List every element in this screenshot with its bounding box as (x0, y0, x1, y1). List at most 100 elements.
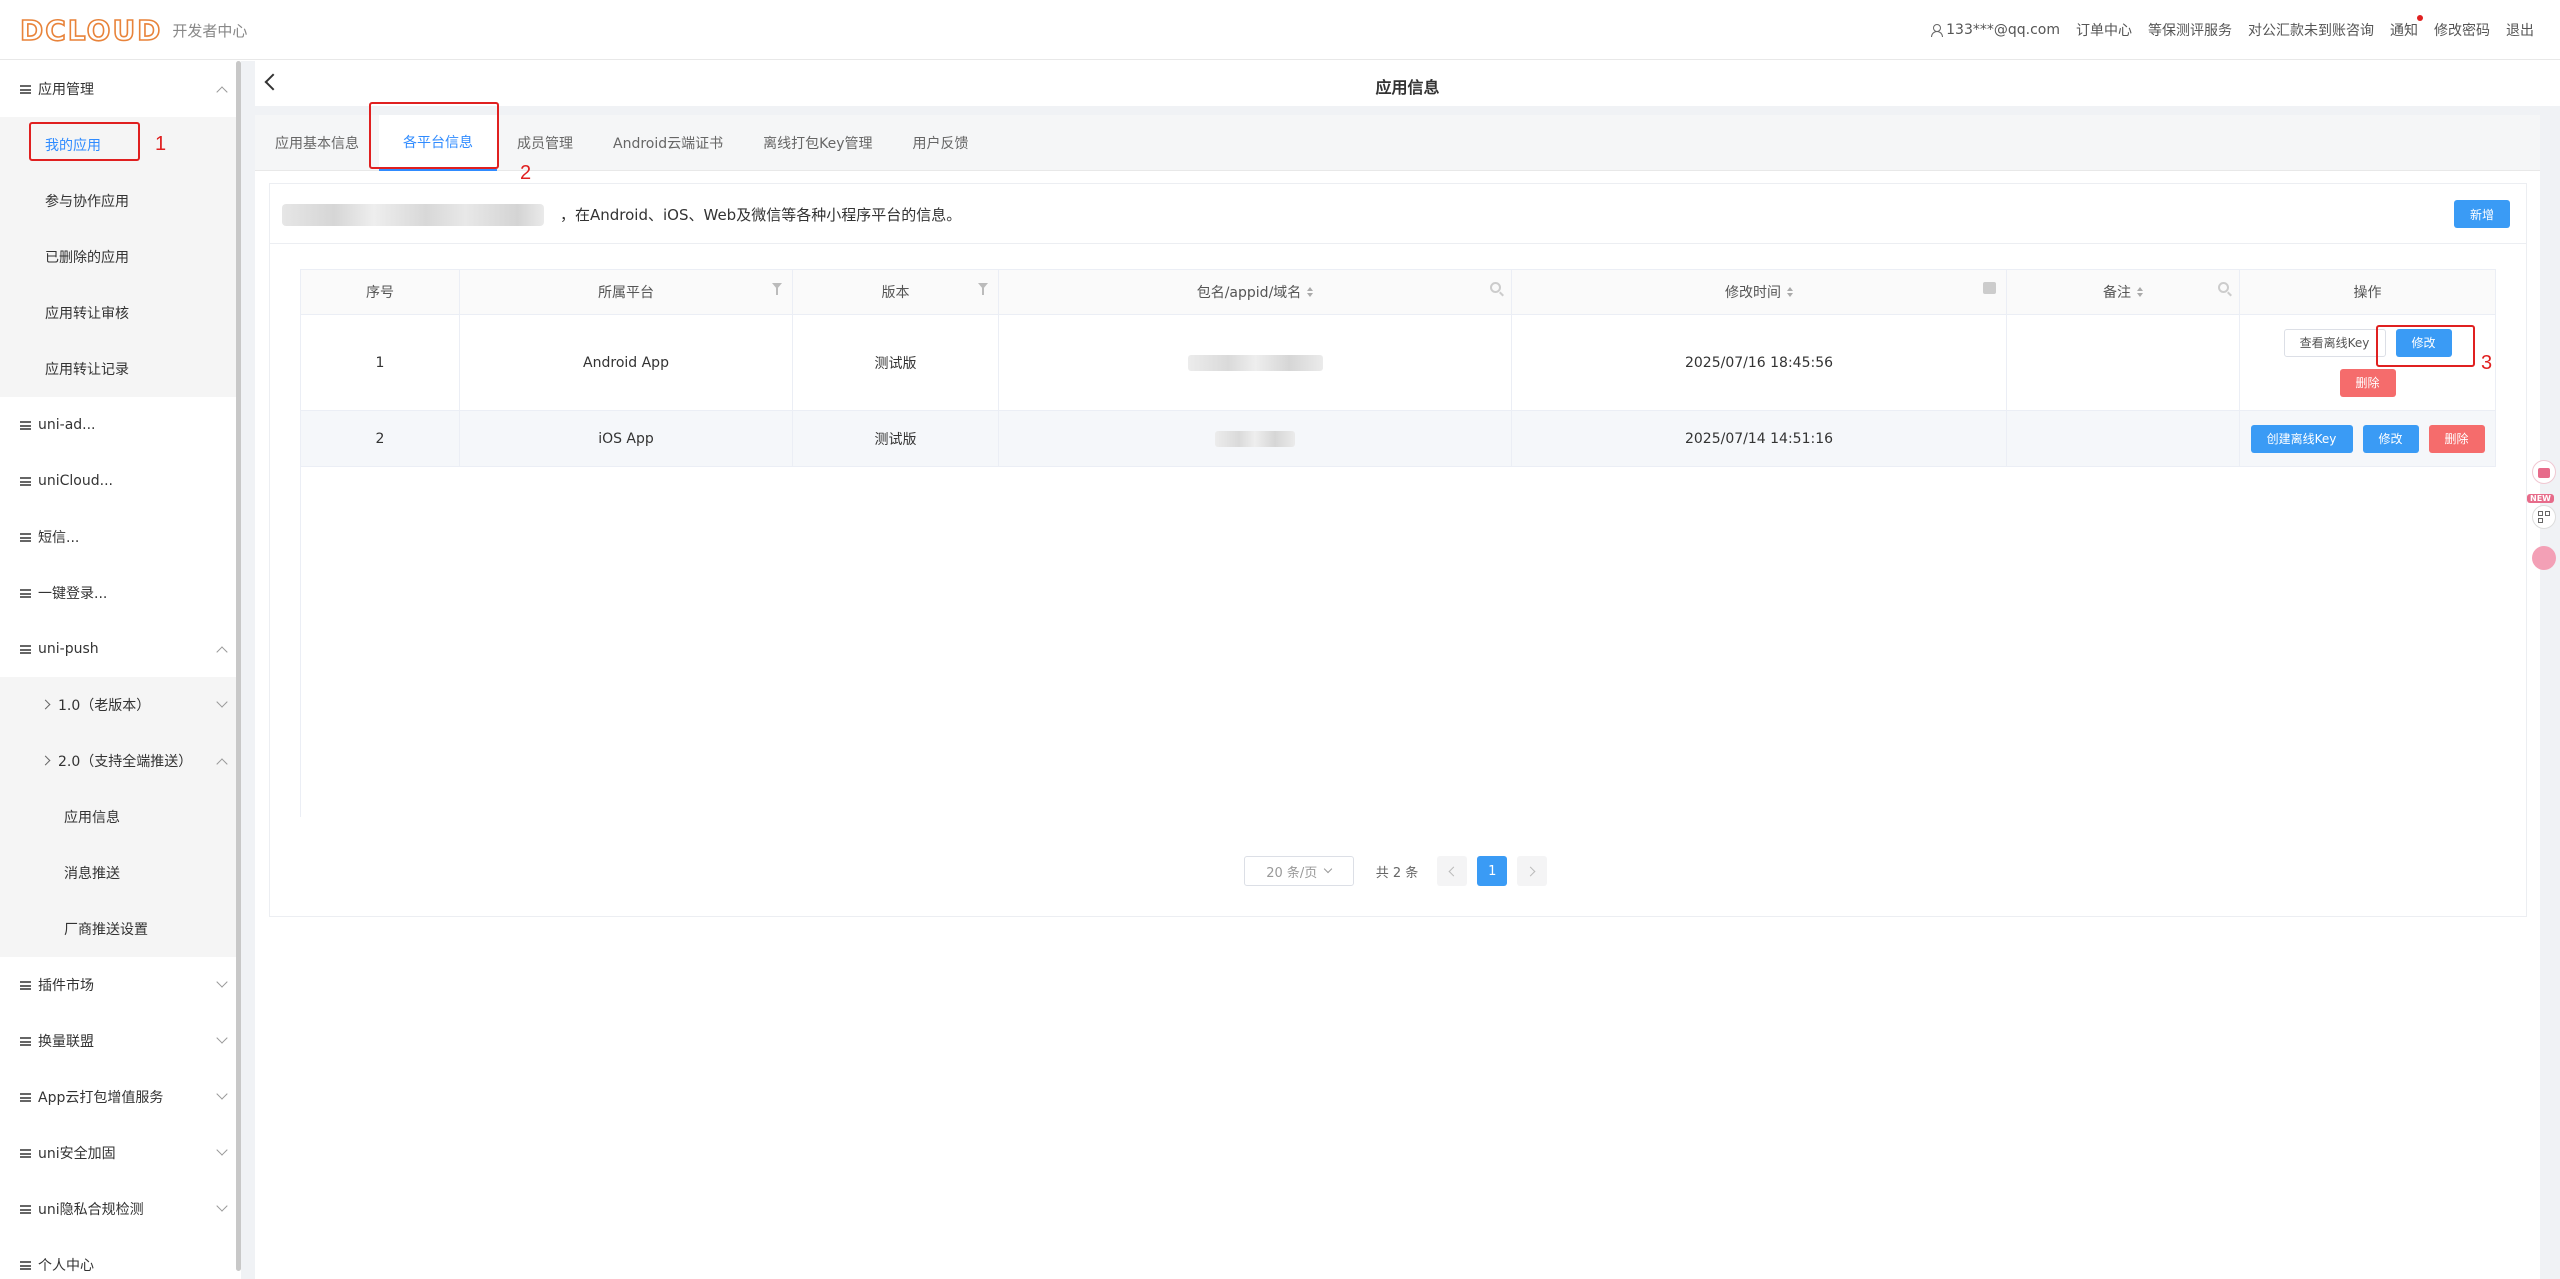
nav-security-eval[interactable]: 等保测评服务 (2148, 20, 2232, 40)
page-number-button[interactable]: 1 (1477, 856, 1508, 886)
qrcode-icon[interactable] (2532, 505, 2556, 529)
cell-index: 2 (300, 411, 460, 466)
page-size-label: 20 条/页 (1266, 865, 1318, 881)
sort-icon[interactable] (1307, 287, 1314, 297)
annotation-box-1 (29, 122, 140, 161)
sidebar-label: 2.0（支持全端推送） (58, 754, 193, 770)
sidebar-item-transfer-review[interactable]: 应用转让审核 (0, 285, 236, 341)
sidebar-label: 应用信息 (64, 810, 120, 826)
tab-basic-info[interactable]: 应用基本信息 (255, 115, 379, 171)
sidebar-label: 一键登录... (38, 586, 108, 602)
cell-platform: iOS App (460, 411, 793, 466)
annotation-number-2: 2 (520, 162, 532, 184)
tab-offline-key[interactable]: 离线打包Key管理 (743, 115, 892, 171)
sidebar-item-push-v2[interactable]: 2.0（支持全端推送） (0, 733, 236, 789)
cell-platform: Android App (460, 315, 793, 410)
prev-page-button[interactable] (1437, 856, 1468, 886)
nav-logout[interactable]: 退出 (2506, 20, 2534, 40)
sidebar-item-unicloud[interactable]: uniCloud... (0, 453, 236, 509)
filter-icon[interactable] (772, 283, 782, 297)
sort-icon[interactable] (2137, 287, 2143, 297)
cell-package (999, 315, 1512, 410)
annotation-box-3 (2376, 325, 2475, 367)
sidebar-item-app-cloud-pkg[interactable]: App云打包增值服务 (0, 1069, 236, 1125)
nav-change-password[interactable]: 修改密码 (2434, 20, 2490, 40)
dcloud-logo[interactable]: DCLOUD 开发者中心 (19, 13, 248, 48)
tab-android-cert[interactable]: Android云端证书 (593, 115, 743, 171)
sidebar-label: 厂商推送设置 (64, 922, 148, 938)
list-icon (20, 477, 31, 486)
sidebar-item-vendor-settings[interactable]: 厂商推送设置 (0, 901, 236, 957)
header-label: 备注 (2103, 285, 2131, 301)
chevron-up-icon (216, 758, 228, 770)
tab-members[interactable]: 成员管理 (497, 115, 593, 171)
create-offline-key-button[interactable]: 创建离线Key (2250, 424, 2353, 453)
redacted-app-name (282, 204, 544, 226)
nav-notifications[interactable]: 通知 (2390, 15, 2423, 40)
sidebar-item-uni-privacy[interactable]: uni隐私合规检测 (0, 1181, 236, 1237)
filter-icon[interactable] (978, 283, 988, 297)
page-title: 应用信息 (1375, 78, 1440, 97)
chevron-right-icon (40, 699, 51, 710)
view-offline-key-button[interactable]: 查看离线Key (2283, 328, 2386, 357)
translate-icon[interactable] (2532, 546, 2556, 570)
sidebar-item-exchange[interactable]: 换量联盟 (0, 1013, 236, 1069)
cell-modified: 2025/07/14 14:51:16 (1512, 411, 2007, 466)
chevron-down-icon (216, 1032, 228, 1044)
sidebar-group-uni-push[interactable]: uni-push (0, 621, 236, 677)
tab-feedback[interactable]: 用户反馈 (893, 115, 989, 171)
list-icon (20, 85, 31, 94)
chevron-down-icon (216, 976, 228, 988)
cell-index: 1 (300, 315, 460, 410)
sidebar-group-app-management[interactable]: 应用管理 (0, 61, 236, 117)
nav-remittance[interactable]: 对公汇款未到账咨询 (2248, 20, 2374, 40)
card-description: ，在Android、iOS、Web及微信等各种小程序平台的信息。 (560, 206, 962, 224)
cell-version: 测试版 (793, 411, 999, 466)
col-index: 序号 (300, 270, 460, 314)
sidebar-item-uni-secure[interactable]: uni安全加固 (0, 1125, 236, 1181)
col-actions: 操作 (2240, 270, 2496, 314)
sidebar-item-transfer-records[interactable]: 应用转让记录 (0, 341, 236, 397)
delete-button[interactable]: 删除 (2428, 424, 2485, 453)
delete-button[interactable]: 删除 (2339, 368, 2396, 397)
col-version: 版本 (793, 270, 999, 314)
nav-orders[interactable]: 订单中心 (2076, 20, 2132, 40)
list-icon (20, 981, 31, 990)
edit-button[interactable]: 修改 (2362, 424, 2419, 453)
calendar-icon[interactable] (1983, 282, 1996, 294)
cell-actions: 创建离线Key 修改 删除 (2240, 411, 2496, 466)
col-package[interactable]: 包名/appid/域名 (999, 270, 1512, 314)
sidebar: 应用管理 我的应用 参与协作应用 已删除的应用 应用转让审核 应用转让记录 un… (0, 61, 236, 1279)
cell-note (2007, 411, 2240, 466)
gift-icon[interactable] (2532, 460, 2556, 484)
sidebar-item-deleted-apps[interactable]: 已删除的应用 (0, 229, 236, 285)
sidebar-item-app-info[interactable]: 应用信息 (0, 789, 236, 845)
sidebar-item-uni-ad[interactable]: uni-ad... (0, 397, 236, 453)
table-row: 2 iOS App 测试版 2025/07/14 14:51:16 创建离线Ke… (300, 411, 2496, 467)
sidebar-item-sms[interactable]: 短信... (0, 509, 236, 565)
sidebar-item-push-v1[interactable]: 1.0（老版本） (0, 677, 236, 733)
add-platform-button[interactable]: 新增 (2454, 200, 2510, 228)
user-account[interactable]: 133***@qq.com (1931, 22, 2060, 38)
search-icon[interactable] (1490, 282, 1501, 293)
sidebar-item-msg-push[interactable]: 消息推送 (0, 845, 236, 901)
page-size-select[interactable]: 20 条/页 (1243, 856, 1354, 886)
chevron-up-icon (216, 86, 228, 98)
sidebar-item-personal[interactable]: 个人中心 (0, 1237, 236, 1279)
next-page-button[interactable] (1517, 856, 1548, 886)
logo-subtitle: 开发者中心 (172, 21, 248, 40)
col-modified[interactable]: 修改时间 (1512, 270, 2007, 314)
search-icon[interactable] (2218, 282, 2229, 293)
list-icon (20, 645, 31, 654)
content-panel: 应用基本信息 各平台信息 成员管理 Android云端证书 离线打包Key管理 … (255, 115, 2540, 1279)
sort-icon[interactable] (1787, 287, 1793, 297)
sidebar-label: uniCloud... (38, 473, 113, 489)
top-nav: 133***@qq.com 订单中心 等保测评服务 对公汇款未到账咨询 通知 修… (1915, 0, 2534, 60)
sidebar-item-plugin-market[interactable]: 插件市场 (0, 957, 236, 1013)
sidebar-item-collab-apps[interactable]: 参与协作应用 (0, 173, 236, 229)
col-note[interactable]: 备注 (2007, 270, 2240, 314)
sidebar-item-one-login[interactable]: 一键登录... (0, 565, 236, 621)
table-left-border (300, 467, 301, 817)
header-label: 包名/appid/域名 (1196, 285, 1302, 301)
chevron-down-icon (216, 696, 228, 708)
